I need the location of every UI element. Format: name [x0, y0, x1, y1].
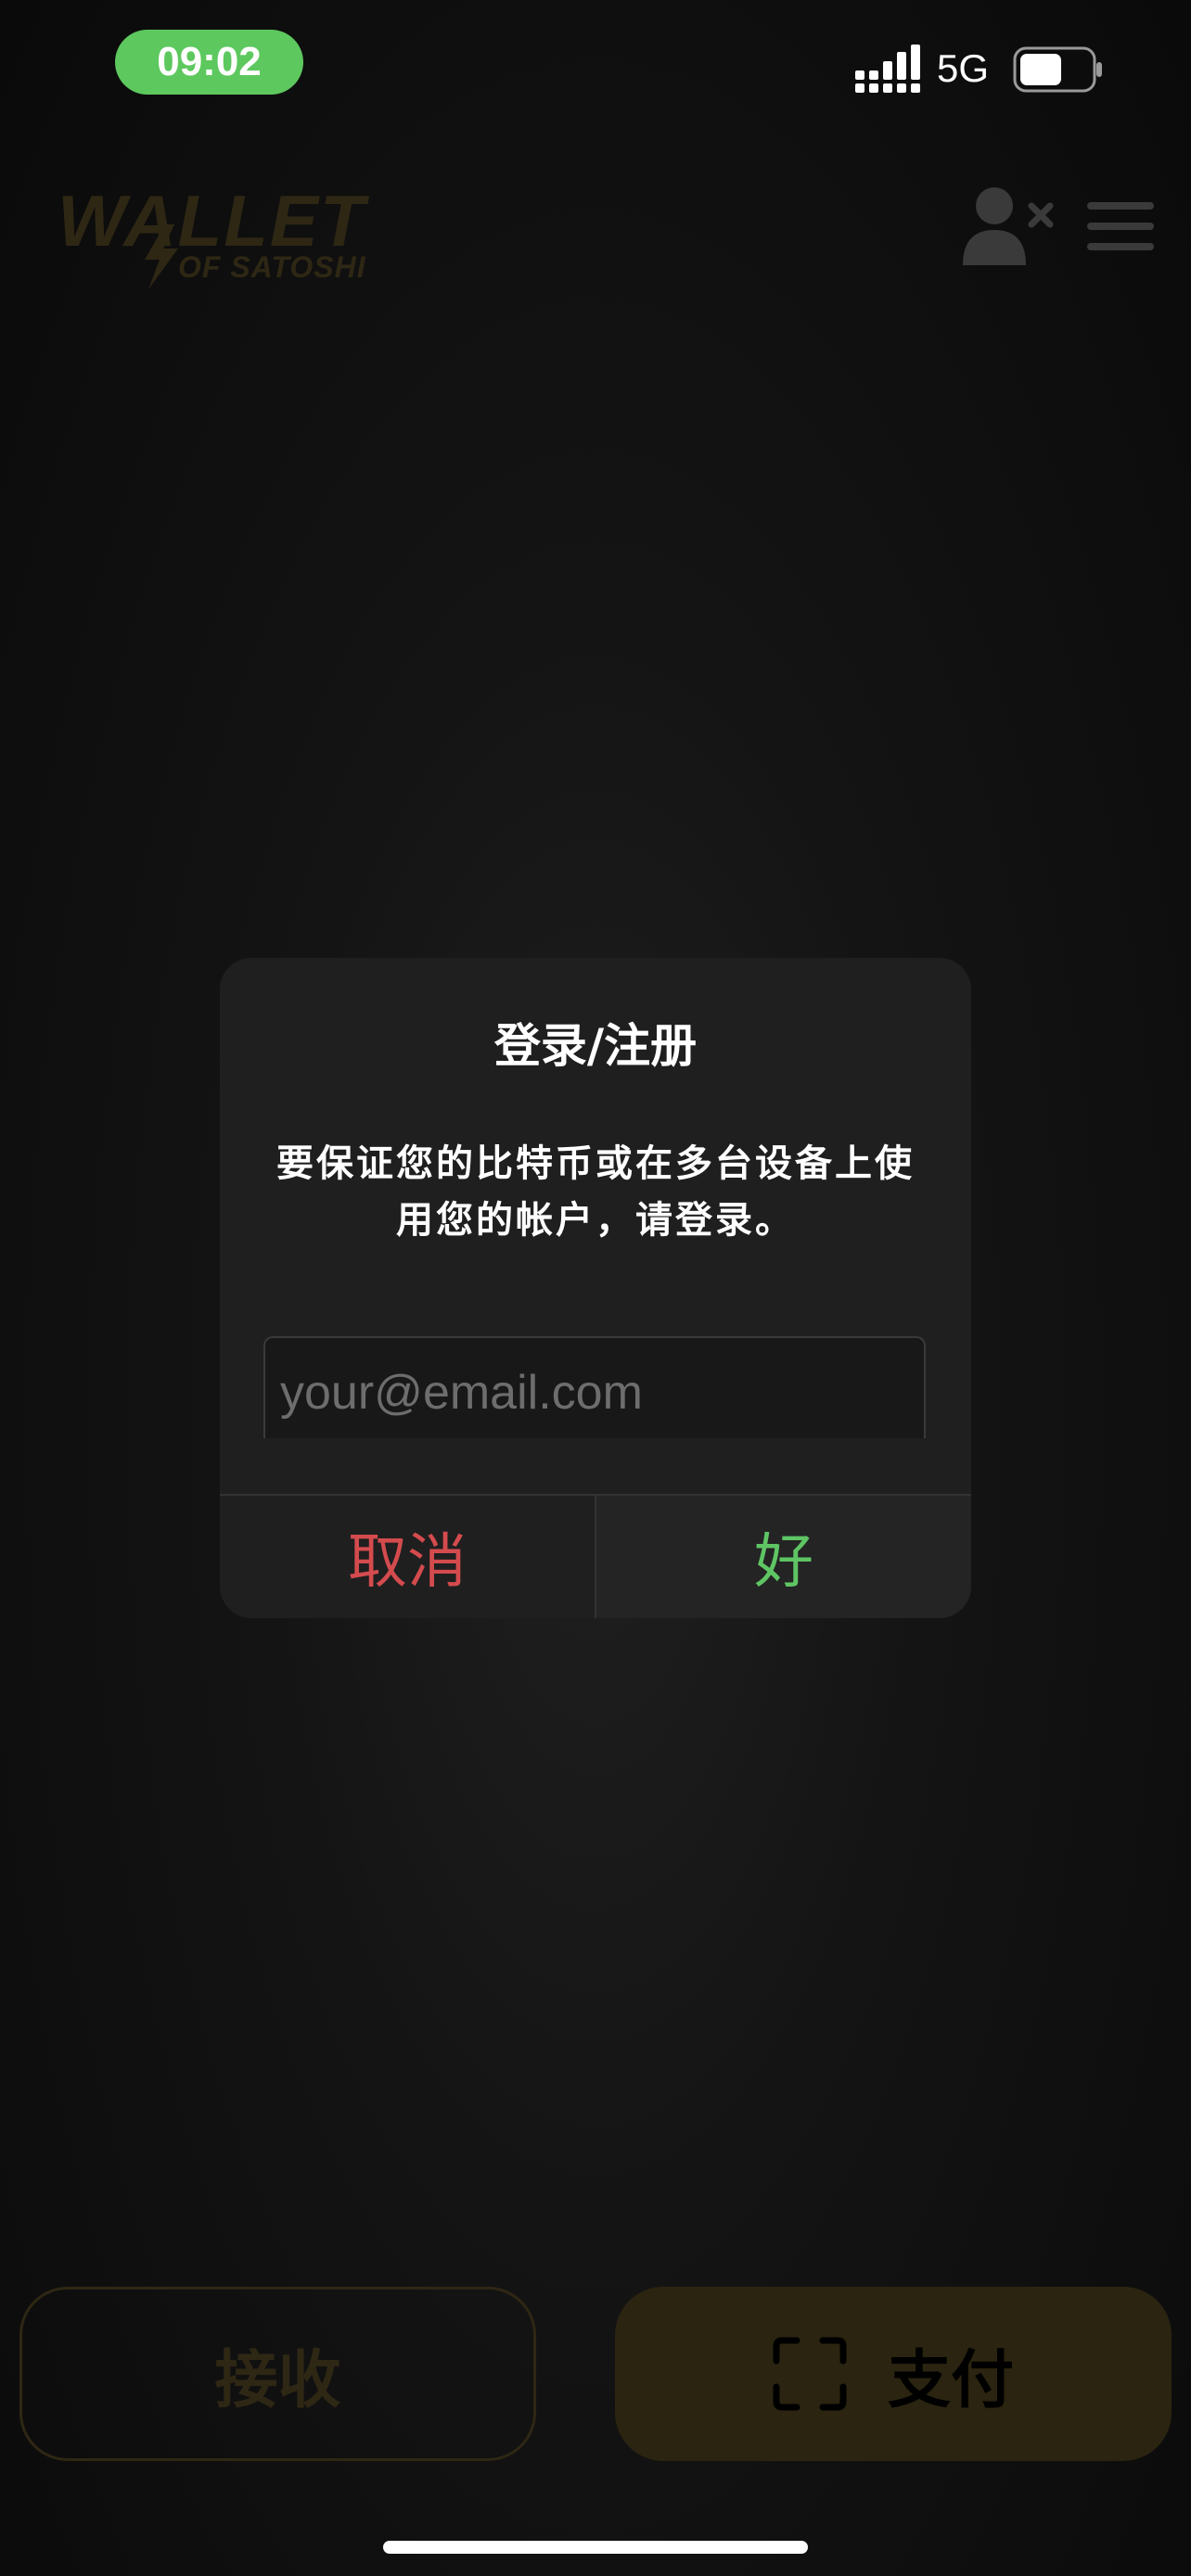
login-dialog: 登录/注册 要保证您的比特币或在多台设备上使用您的帐户，请登录。 取消 好 — [220, 958, 971, 1618]
logo-sub-text: OF SATOSHI — [178, 250, 366, 284]
scan-icon — [773, 2337, 847, 2411]
receive-label: 接收 — [214, 2343, 341, 2417]
receive-button[interactable]: 接收 — [19, 2287, 536, 2461]
status-time: 09:02 — [115, 30, 303, 95]
battery-icon — [1013, 46, 1102, 93]
menu-icon[interactable] — [1087, 200, 1154, 252]
signal-icon — [855, 45, 920, 93]
ok-button[interactable]: 好 — [596, 1496, 971, 1618]
home-indicator — [383, 2541, 808, 2554]
status-bar: 09:02 5G — [0, 0, 1191, 130]
lightning-bolt-icon — [145, 224, 178, 289]
dialog-message: 要保证您的比特币或在多台设备上使用您的帐户，请登录。 — [276, 1142, 915, 1242]
wallet-of-satoshi-logo: WALLET OF SATOSHI — [58, 180, 419, 289]
email-field[interactable] — [263, 1336, 926, 1438]
pay-label: 支付 — [887, 2343, 1014, 2417]
pay-button[interactable]: 支付 — [615, 2287, 1172, 2461]
app-header: WALLET OF SATOSHI — [0, 158, 1191, 297]
network-type: 5G — [937, 46, 990, 90]
logo-main-text: WALLET — [58, 180, 366, 261]
cancel-button[interactable]: 取消 — [220, 1496, 595, 1618]
dialog-title: 登录/注册 — [493, 1019, 698, 1073]
account-x-icon[interactable] — [961, 185, 1054, 265]
